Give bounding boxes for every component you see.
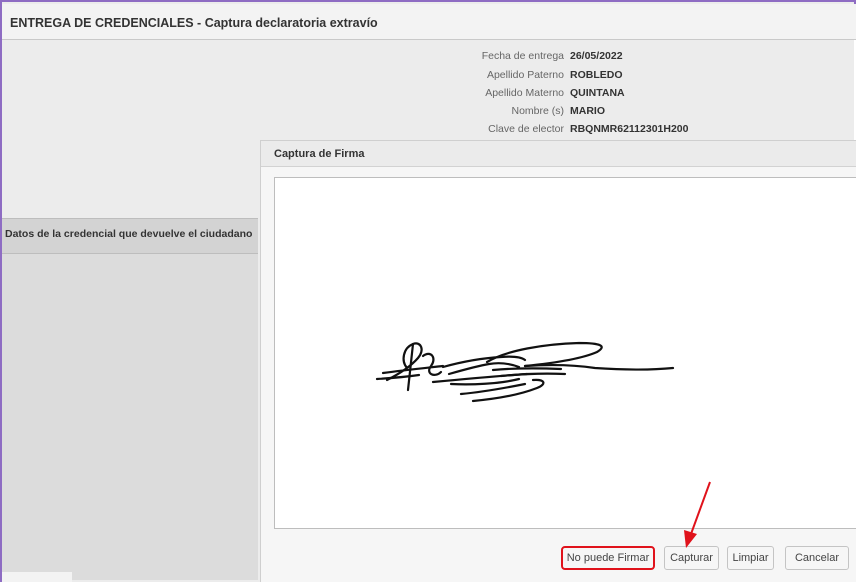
info-label: Nombre (s) [511,105,564,117]
no-puede-firmar-button[interactable]: No puede Firmar [561,546,655,570]
info-label: Apellido Materno [485,87,564,99]
info-row-fecha: Fecha de entrega 26/05/2022 [2,50,856,68]
info-row-clave: Clave de elector RBQNMR62112301H200 [2,123,856,141]
signature-drawing [375,341,675,403]
info-value: MARIO [570,105,605,117]
info-row-materno: Apellido Materno QUINTANA [2,87,856,105]
signature-dialog: Captura de Firma No puede Firmar Captura… [260,140,856,582]
info-label: Fecha de entrega [481,50,564,62]
info-value: RBQNMR62112301H200 [570,123,689,135]
info-value: ROBLEDO [570,69,623,81]
capturar-button[interactable]: Capturar [664,546,719,570]
info-row-paterno: Apellido Paterno ROBLEDO [2,69,856,87]
info-value: QUINTANA [570,87,625,99]
limpiar-button[interactable]: Limpiar [727,546,774,570]
returned-credential-panel: Datos de la credencial que devuelve el c… [2,218,258,580]
bottom-tab [2,572,72,582]
info-value: 26/05/2022 [570,50,623,62]
signature-canvas[interactable] [274,177,856,529]
cancelar-button[interactable]: Cancelar [785,546,849,570]
info-row-nombre: Nombre (s) MARIO [2,105,856,123]
dialog-title: Captura de Firma [261,141,856,167]
page-title: ENTREGA DE CREDENCIALES - Captura declar… [2,4,856,40]
panel-header: Datos de la credencial que devuelve el c… [2,218,258,254]
info-label: Clave de elector [488,123,564,135]
info-label: Apellido Paterno [486,69,564,81]
